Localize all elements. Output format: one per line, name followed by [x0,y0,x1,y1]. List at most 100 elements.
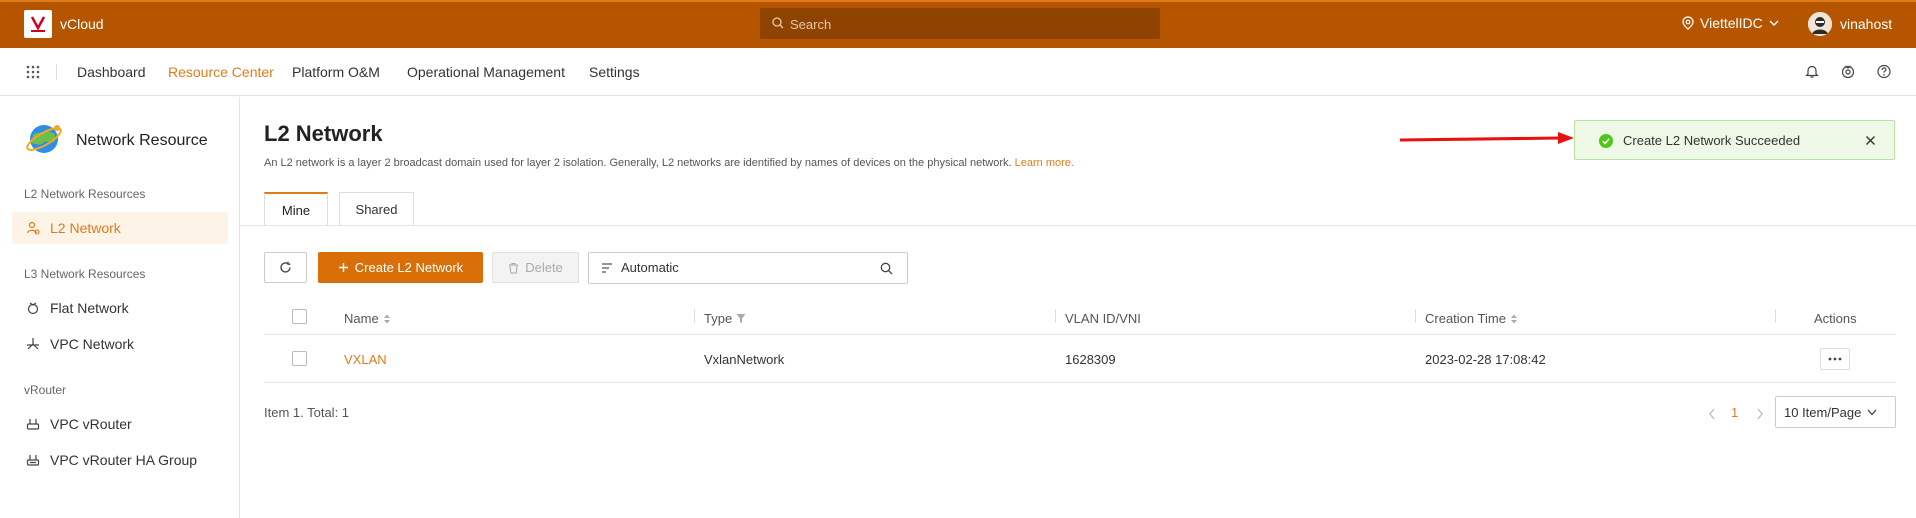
filter-input[interactable] [621,260,871,275]
region-label: ViettelIDC [1700,15,1763,31]
create-l2-network-button[interactable]: Create L2 Network [318,252,483,283]
column-creation-time[interactable]: Creation Time [1425,311,1518,326]
sidebar-item-vpc-vrouter[interactable]: VPC vRouter [12,408,228,440]
table-header: Name Type VLAN ID/VNI Creation Time Acti… [264,301,1896,335]
top-bar: vCloud ViettelIDC vinahost [0,0,1916,48]
router-ha-icon [26,455,40,466]
row-type: VxlanNetwork [704,352,785,367]
row-checkbox[interactable] [292,351,307,366]
brand-logo[interactable] [24,10,52,38]
sidebar-item-label: VPC Network [50,336,135,352]
next-page-icon[interactable] [1756,408,1764,420]
help-icon[interactable] [1877,64,1891,79]
column-created-label: Creation Time [1425,311,1506,326]
sidebar-item-vpc-network[interactable]: VPC Network [12,328,228,360]
row-actions-button[interactable] [1820,348,1850,370]
tab-divider [240,225,1916,226]
prev-page-icon[interactable] [1708,408,1716,420]
nav-resource-center[interactable]: Resource Center [168,64,274,80]
column-vlan: VLAN ID/VNI [1065,311,1141,326]
column-separator[interactable] [694,309,695,323]
column-name[interactable]: Name [344,311,391,326]
row-vlan: 1628309 [1065,352,1116,367]
row-name-link[interactable]: VXLAN [344,352,387,367]
app-grid-icon[interactable] [26,65,40,79]
success-toast: Create L2 Network Succeeded [1574,120,1895,160]
network-globe-icon [26,125,62,153]
search-input[interactable] [790,14,1140,34]
location-pin-icon [1682,16,1694,30]
flat-network-icon [27,302,39,315]
column-name-label: Name [344,311,379,326]
filter-box[interactable] [588,252,908,284]
sidebar-title: Network Resource [76,132,208,149]
column-separator[interactable] [1415,309,1416,323]
column-separator[interactable] [1775,309,1776,323]
filter-funnel-icon[interactable] [736,313,746,324]
search-icon [772,17,784,29]
learn-more-link[interactable]: Learn more. [1015,157,1074,169]
tab-mine[interactable]: Mine [264,192,328,226]
main-nav: Dashboard Resource Center Platform O&M O… [0,48,1916,96]
l2-network-icon [26,221,40,235]
column-vlan-label: VLAN ID/VNI [1065,311,1141,326]
sidebar: Network Resource L2 Network Resources L2… [0,97,240,518]
nav-dashboard[interactable]: Dashboard [77,64,146,80]
refresh-icon [280,261,291,273]
page-size-select[interactable]: 10 Item/Page [1775,396,1896,428]
user-menu[interactable]: vinahost [1808,12,1892,36]
sort-icon [383,314,390,323]
global-search[interactable] [760,8,1160,39]
page-title: L2 Network [264,121,383,146]
plus-icon [338,263,348,272]
refresh-button[interactable] [264,252,307,283]
sidebar-item-label: L2 Network [50,220,121,236]
chevron-down-icon [1769,20,1779,26]
create-button-label: Create L2 Network [354,260,464,275]
filter-lines-icon [602,263,612,273]
check-circle-icon [1599,134,1613,148]
total-count: Item 1. Total: 1 [264,405,350,420]
sidebar-group-l3: L3 Network Resources [24,267,146,281]
column-type-label: Type [704,311,733,326]
page-size-value: 10 Item/Page [1784,404,1862,420]
sidebar-item-label: VPC vRouter HA Group [50,452,198,468]
sidebar-item-label: Flat Network [50,300,129,316]
chevron-down-icon [1867,409,1877,415]
page-description: An L2 network is a layer 2 broadcast dom… [264,157,1074,169]
description-text: An L2 network is a layer 2 broadcast dom… [264,157,1012,169]
row-creation-time: 2023-02-28 17:08:42 [1425,352,1546,367]
annotation-arrow-icon [1399,132,1574,144]
current-page[interactable]: 1 [1731,405,1738,420]
column-actions-label: Actions [1814,311,1857,326]
user-avatar-icon [1808,12,1832,36]
sidebar-group-l2: L2 Network Resources [24,187,146,201]
sidebar-item-vpc-vrouter-ha-group[interactable]: VPC vRouter HA Group [12,444,228,476]
sidebar-item-l2-network[interactable]: L2 Network [12,212,228,244]
router-icon [26,419,40,430]
region-selector[interactable]: ViettelIDC [1682,15,1779,31]
more-dots-icon [1828,357,1842,361]
column-actions: Actions [1814,311,1857,326]
column-type[interactable]: Type [704,311,746,326]
username: vinahost [1840,16,1893,32]
viettel-logo-icon [30,16,46,32]
delete-button[interactable]: Delete [492,252,579,283]
column-separator[interactable] [1055,309,1056,323]
task-icon[interactable] [1841,64,1855,79]
bell-icon[interactable] [1805,64,1819,79]
nav-platform-om[interactable]: Platform O&M [292,64,380,80]
brand-name: vCloud [60,16,104,32]
delete-button-label: Delete [525,260,563,275]
close-icon[interactable] [1865,135,1876,146]
sort-icon [1510,314,1517,323]
sidebar-group-vrouter: vRouter [24,383,67,397]
sidebar-item-flat-network[interactable]: Flat Network [12,292,228,324]
nav-settings[interactable]: Settings [589,64,640,80]
search-icon[interactable] [880,262,893,275]
trash-icon [509,262,519,274]
nav-operational-management[interactable]: Operational Management [407,64,565,80]
tab-shared[interactable]: Shared [339,192,414,226]
select-all-checkbox[interactable] [292,309,307,324]
avatar [1808,12,1832,36]
